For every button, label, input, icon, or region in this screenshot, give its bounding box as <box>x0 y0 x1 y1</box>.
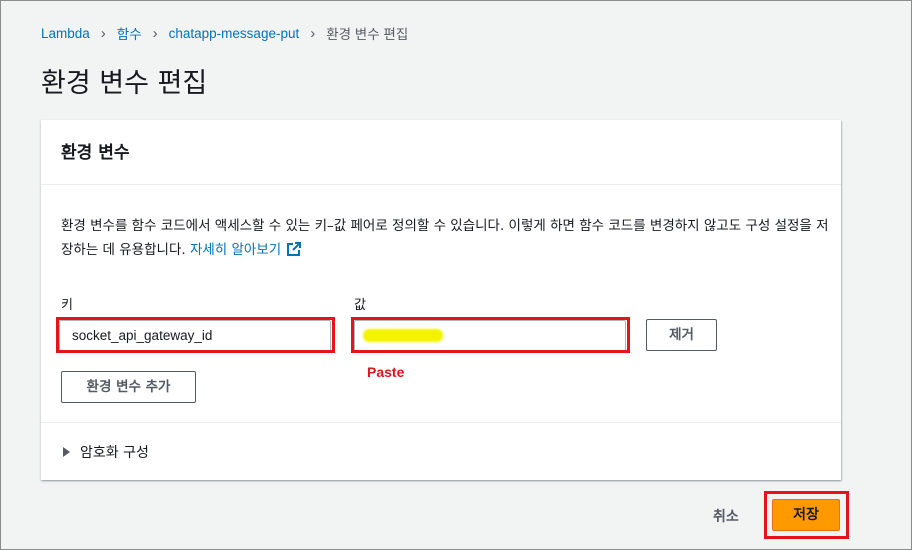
chevron-right-icon: › <box>100 24 106 42</box>
breadcrumb-functions[interactable]: 함수 <box>117 23 142 43</box>
encryption-config-toggle[interactable]: 암호화 구성 <box>63 442 149 462</box>
key-highlight-box <box>56 317 335 353</box>
caret-right-icon <box>63 447 70 457</box>
env-vars-panel: 환경 변수 환경 변수를 함수 코드에서 액세스할 수 있는 키–값 페어로 정… <box>41 120 841 480</box>
page-title: 환경 변수 편집 <box>41 68 208 99</box>
save-highlight-box <box>764 491 849 539</box>
divider <box>41 422 841 423</box>
learn-more-link[interactable]: 자세히 알아보기 <box>190 242 281 258</box>
paste-annotation: Paste <box>367 364 405 380</box>
panel-header: 환경 변수 <box>41 120 841 185</box>
chevron-right-icon: › <box>310 24 316 42</box>
external-link-icon[interactable] <box>287 242 302 256</box>
cancel-button[interactable]: 취소 <box>713 506 739 526</box>
value-highlight-box <box>351 317 630 353</box>
value-label: 값 <box>354 298 366 313</box>
breadcrumb-lambda[interactable]: Lambda <box>41 26 90 41</box>
add-env-var-button[interactable]: 환경 변수 추가 <box>61 371 196 403</box>
chevron-right-icon: › <box>152 24 158 42</box>
encryption-config-label: 암호화 구성 <box>80 445 149 461</box>
key-label: 키 <box>61 298 73 313</box>
remove-button[interactable]: 제거 <box>646 319 717 351</box>
breadcrumb-function-name[interactable]: chatapp-message-put <box>169 26 300 41</box>
breadcrumb: Lambda › 함수 › chatapp-message-put › 환경 변… <box>41 23 408 43</box>
breadcrumb-current: 환경 변수 편집 <box>326 27 409 42</box>
panel-title: 환경 변수 <box>61 143 130 163</box>
description-text: 환경 변수를 함수 코드에서 액세스할 수 있는 키–값 페어로 정의할 수 있… <box>61 218 829 258</box>
panel-description: 환경 변수를 함수 코드에서 액세스할 수 있는 키–값 페어로 정의할 수 있… <box>61 214 831 262</box>
